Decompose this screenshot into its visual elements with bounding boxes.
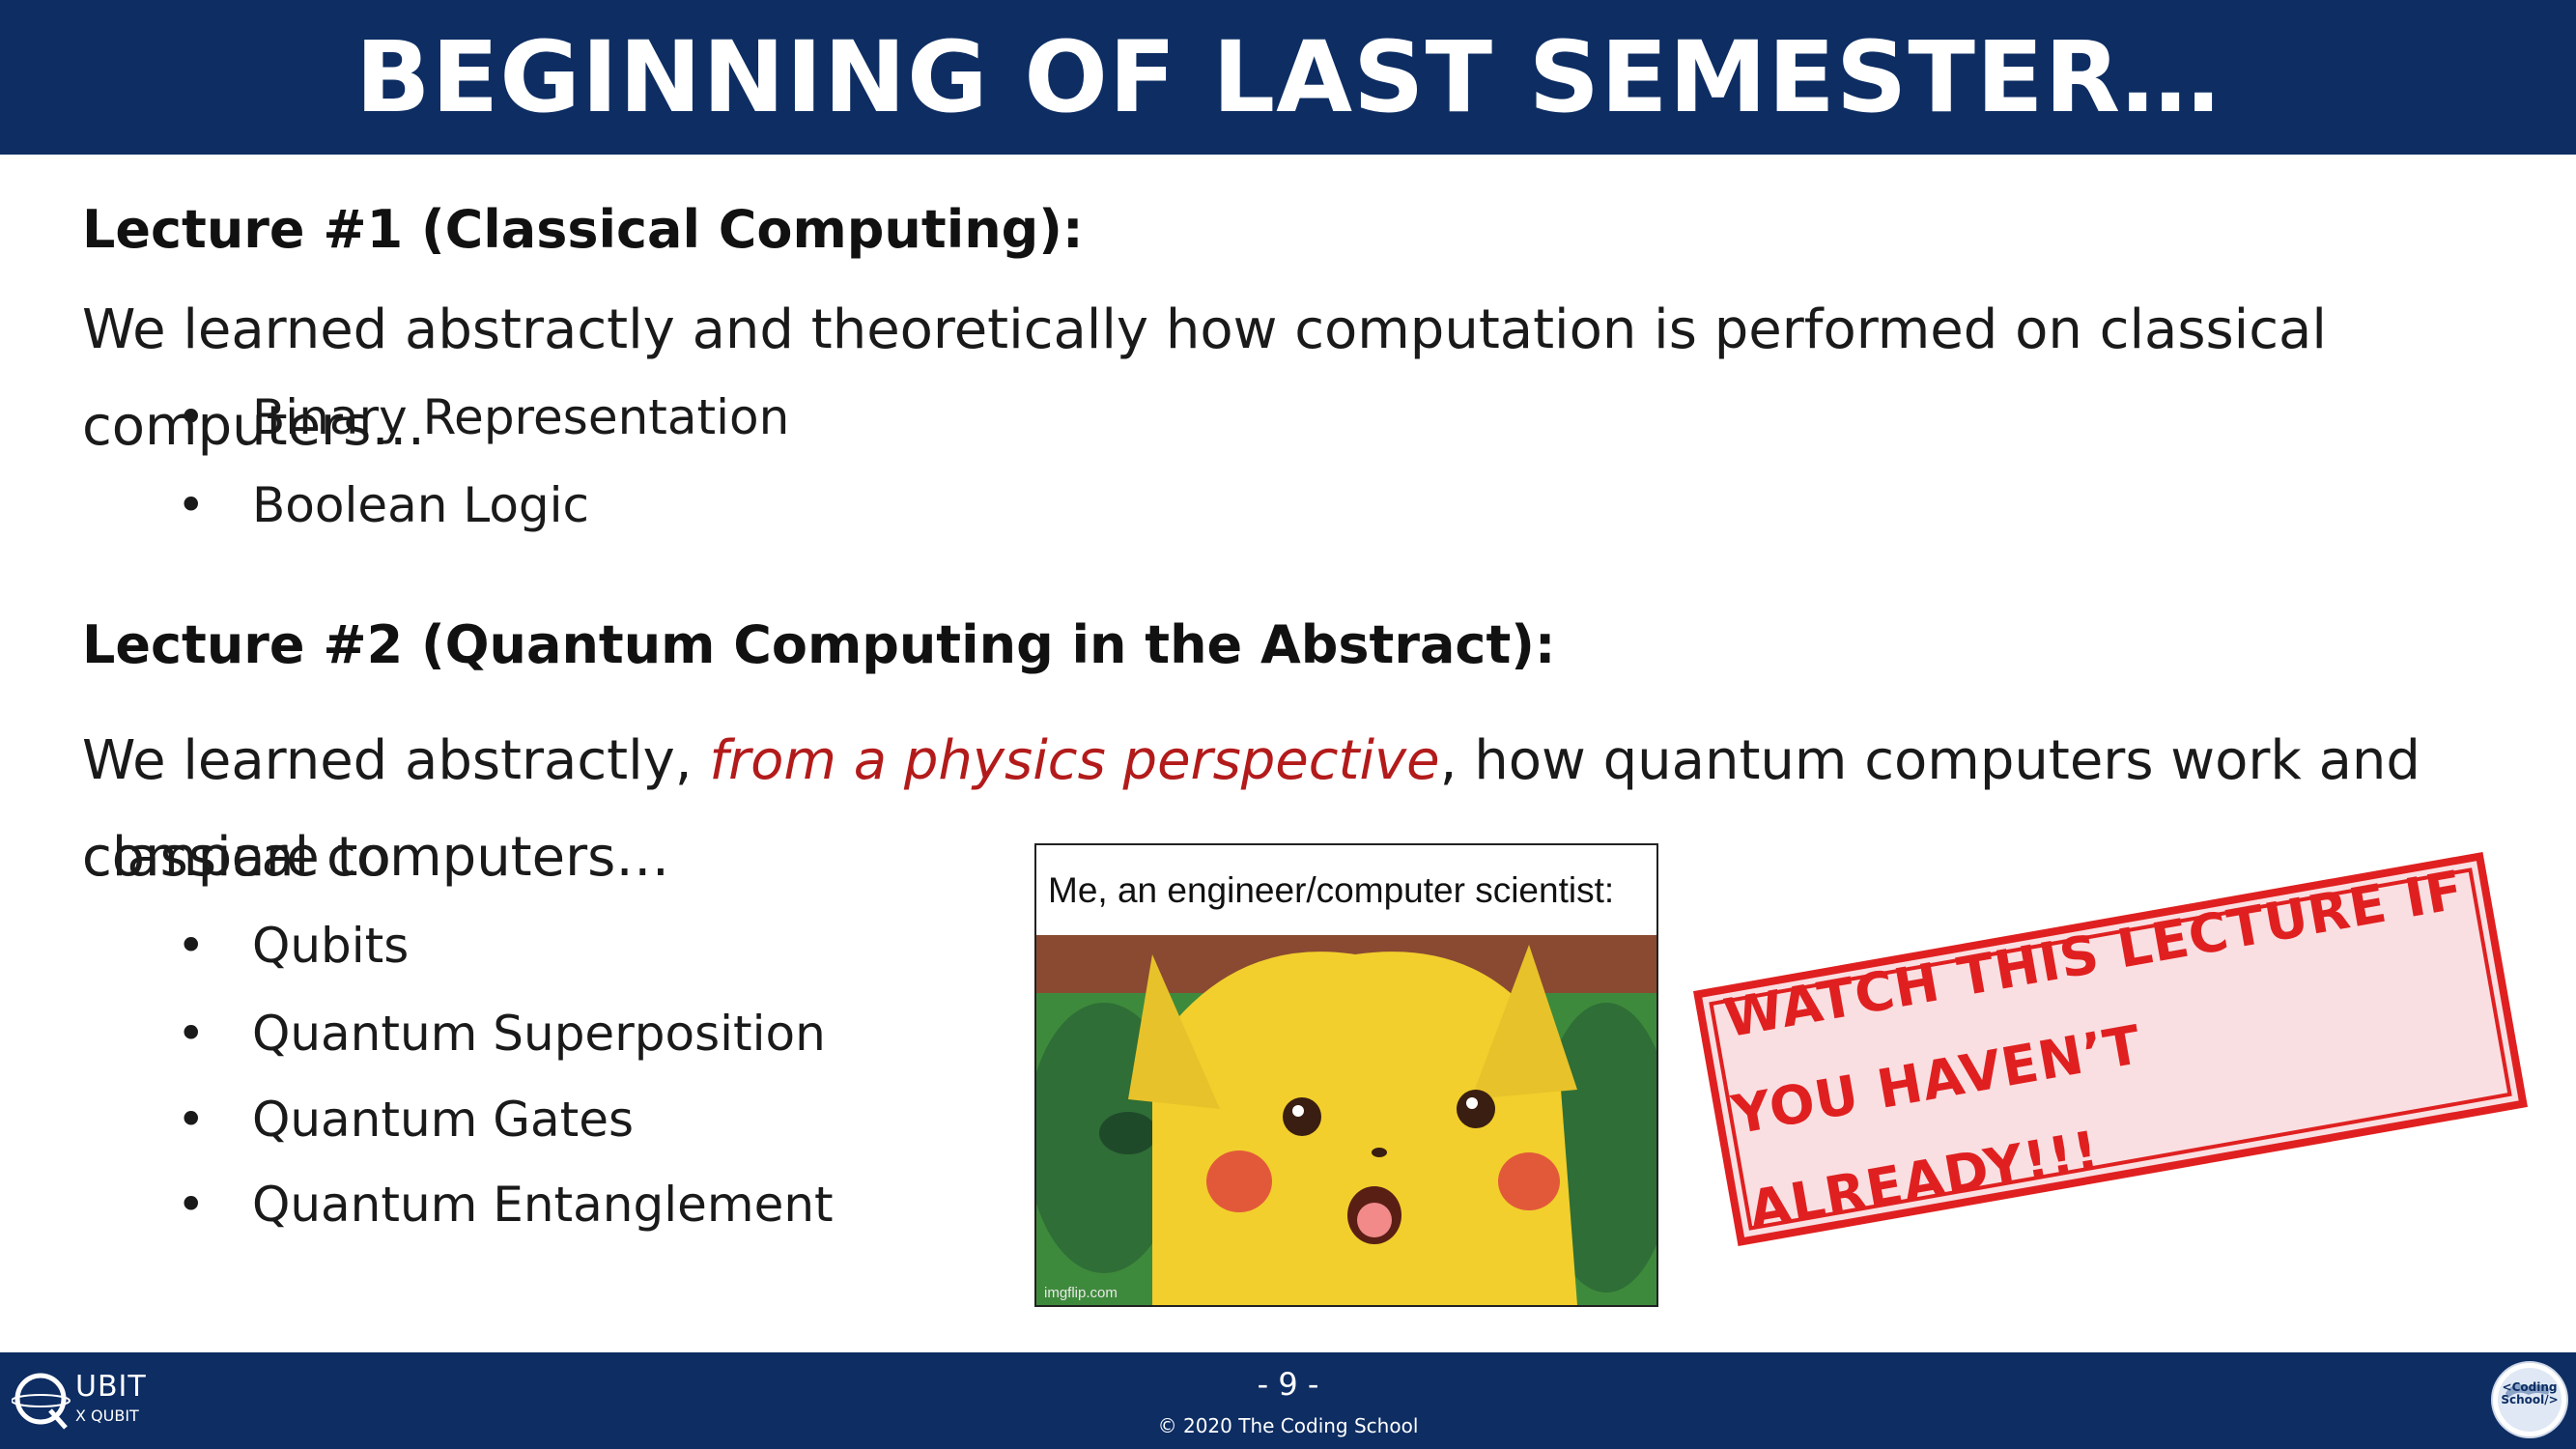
slide-footer: UBIT X QUBIT - 9 - © 2020 The Coding Sch… [0, 1352, 2576, 1449]
bullet-label: Binary Representation [252, 389, 790, 445]
meme-caption: Me, an engineer/computer scientist: [1036, 845, 1656, 935]
watch-lecture-stamp: WATCH THIS LECTURE IF YOU HAVEN’T ALREAD… [1693, 851, 2528, 1247]
meme-watermark: imgflip.com [1044, 1285, 1118, 1301]
coding-school-logo: <Coding School/> [2490, 1360, 2569, 1439]
bullet-icon: • [177, 389, 206, 445]
lecture-2-title: Lecture #2 (Quantum Computing in the Abs… [82, 614, 1556, 675]
surprised-pikachu-image [1036, 935, 1656, 1305]
bullet-item: • Qubits [177, 918, 409, 974]
lecture-1-title: Lecture #1 (Classical Computing): [82, 199, 1084, 260]
lecture-1-description: We learned abstractly and theoretically … [82, 298, 2327, 458]
bullet-item: • Quantum Gates [177, 1092, 634, 1148]
highlighted-text: from a physics perspective [709, 729, 1440, 792]
bullet-label: Quantum Superposition [252, 1006, 826, 1062]
bullet-label: Qubits [252, 918, 410, 974]
bullet-label: Quantum Entanglement [252, 1177, 834, 1233]
bullet-label: Quantum Gates [252, 1092, 635, 1148]
meme-image: Me, an engineer/computer scientist: imgf… [1034, 843, 1658, 1307]
bullet-icon: • [177, 1092, 206, 1148]
bullet-item: • Binary Representation [177, 389, 789, 445]
slide-title: BEGINNING OF LAST SEMESTER… [354, 19, 2222, 135]
bullet-icon: • [177, 477, 206, 533]
description-text: We learned abstractly, [82, 729, 710, 792]
bullet-item: • Quantum Entanglement [177, 1177, 834, 1233]
copyright-text: © 2020 The Coding School [1157, 1414, 1419, 1437]
coding-school-logo-text: <Coding School/> [2490, 1381, 2569, 1406]
stamp-inner-border: WATCH THIS LECTURE IF YOU HAVEN’T ALREAD… [1709, 859, 2512, 1241]
bullet-icon: • [177, 918, 206, 974]
bullet-item: • Boolean Logic [177, 477, 589, 533]
page-number: - 9 - [1257, 1366, 1319, 1403]
bullet-icon: • [177, 1006, 206, 1062]
slide-header: BEGINNING OF LAST SEMESTER… [0, 0, 2576, 155]
bullet-item: • Quantum Superposition [177, 1006, 826, 1062]
bullet-icon: • [177, 1177, 206, 1233]
coding-school-logo-line2: School/> [2501, 1393, 2559, 1406]
bullet-label: Boolean Logic [252, 477, 590, 533]
